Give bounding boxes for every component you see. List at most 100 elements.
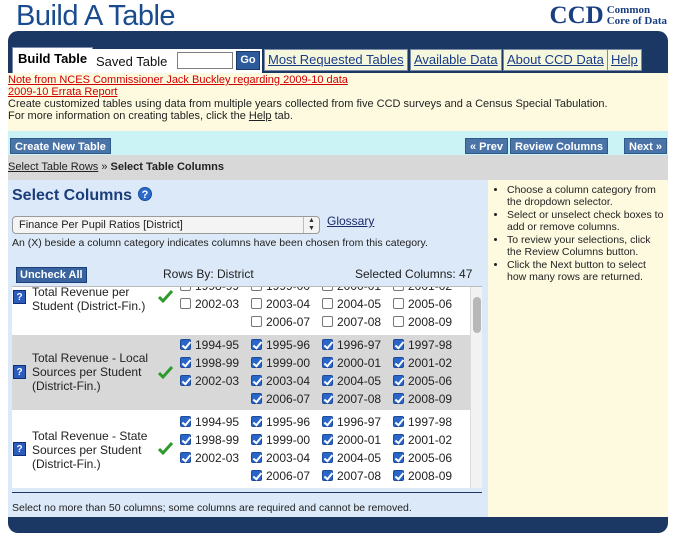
checkbox[interactable] (322, 357, 333, 368)
checkbox[interactable] (251, 316, 262, 327)
help-info-icon[interactable]: ? (13, 365, 26, 379)
create-new-table-button[interactable]: Create New Table (10, 138, 111, 154)
checkbox-option[interactable]: 2001-02 (393, 287, 452, 295)
category-dropdown[interactable]: Finance Per Pupil Ratios [District] ▲ ▼ (12, 216, 320, 234)
checkbox[interactable] (180, 298, 191, 309)
checkbox[interactable] (322, 375, 333, 386)
help-info-icon[interactable]: ? (13, 290, 26, 304)
checkbox-option[interactable]: 1995-96 (251, 338, 310, 354)
checkbox-option[interactable]: 2005-06 (393, 374, 452, 390)
checkbox-option[interactable]: 2003-04 (251, 297, 310, 313)
checkbox-option[interactable]: 1997-98 (393, 338, 452, 354)
checkbox[interactable] (322, 470, 333, 481)
checkbox[interactable] (322, 434, 333, 445)
checkbox-option[interactable]: 2006-07 (251, 392, 310, 408)
checkbox[interactable] (322, 316, 333, 327)
checkbox-option[interactable]: 1998-99 (180, 433, 239, 449)
checkbox[interactable] (393, 316, 404, 327)
checkbox[interactable] (393, 357, 404, 368)
checkbox-option[interactable]: 2001-02 (393, 356, 452, 372)
tab-help[interactable]: Help (607, 49, 642, 71)
checkbox[interactable] (322, 416, 333, 427)
checkbox-option[interactable]: 1997-98 (393, 415, 452, 431)
checkbox[interactable] (393, 470, 404, 481)
tab-build-table[interactable]: Build Table (12, 47, 94, 73)
commissioner-note-link[interactable]: Note from NCES Commissioner Jack Buckley… (8, 74, 348, 86)
checkbox[interactable] (393, 434, 404, 445)
checkbox-option[interactable]: 2007-08 (322, 315, 381, 331)
checkbox-option[interactable]: 2007-08 (322, 469, 381, 485)
checkbox-option[interactable]: 2000-01 (322, 356, 381, 372)
checkbox[interactable] (393, 375, 404, 386)
checkbox[interactable] (251, 339, 262, 350)
checkbox[interactable] (393, 452, 404, 463)
checkbox-option[interactable]: 1998-99 (180, 356, 239, 372)
checkbox-option[interactable]: 2002-03 (180, 374, 239, 390)
errata-report-link[interactable]: 2009-10 Errata Report (8, 86, 117, 98)
go-button[interactable]: Go (236, 51, 260, 70)
checkbox-option[interactable]: 2002-03 (180, 297, 239, 313)
checkbox-option[interactable]: 2001-02 (393, 433, 452, 449)
checkbox-option[interactable]: 2005-06 (393, 451, 452, 467)
checkbox-option[interactable]: 2003-04 (251, 451, 310, 467)
checkbox[interactable] (180, 434, 191, 445)
checkbox-option[interactable]: 1994-95 (180, 415, 239, 431)
help-link[interactable]: Help (249, 110, 272, 122)
saved-table-input[interactable] (177, 52, 233, 69)
help-icon[interactable]: ? (138, 187, 152, 201)
checkbox[interactable] (393, 339, 404, 350)
checkbox-option[interactable]: 1996-97 (322, 338, 381, 354)
checkbox[interactable] (322, 287, 333, 291)
checkbox-option[interactable]: 2006-07 (251, 469, 310, 485)
uncheck-all-button[interactable]: Uncheck All (16, 267, 87, 283)
checkbox-option[interactable]: 1999-00 (251, 287, 310, 295)
checkbox-option[interactable]: 1996-97 (322, 415, 381, 431)
checkbox-option[interactable]: 1999-00 (251, 356, 310, 372)
checkbox[interactable] (393, 416, 404, 427)
review-columns-button[interactable]: Review Columns (510, 138, 609, 154)
checkbox[interactable] (251, 357, 262, 368)
help-info-icon[interactable]: ? (13, 442, 26, 456)
prev-button[interactable]: « Prev (465, 138, 509, 154)
checkbox[interactable] (180, 452, 191, 463)
glossary-link[interactable]: Glossary (327, 214, 374, 228)
checkbox-option[interactable]: 2004-05 (322, 451, 381, 467)
checkbox-option[interactable]: 2002-03 (180, 451, 239, 467)
checkbox-option[interactable]: 2006-07 (251, 315, 310, 331)
checkbox[interactable] (322, 298, 333, 309)
checkbox[interactable] (251, 434, 262, 445)
checkbox[interactable] (393, 298, 404, 309)
checkbox[interactable] (251, 470, 262, 481)
ccd-logo[interactable]: CCD Common Core of Data (550, 3, 667, 29)
tab-about-ccd[interactable]: About CCD Data (503, 49, 608, 71)
tab-most-requested[interactable]: Most Requested Tables (264, 49, 408, 71)
checkbox-option[interactable]: 1998-99 (180, 287, 239, 295)
checkbox-option[interactable]: 1994-95 (180, 338, 239, 354)
checkbox-option[interactable]: 2007-08 (322, 392, 381, 408)
checkbox[interactable] (251, 393, 262, 404)
scrollbar-thumb[interactable] (473, 297, 481, 333)
checkbox-option[interactable]: 2003-04 (251, 374, 310, 390)
checkbox-option[interactable]: 2000-01 (322, 287, 381, 295)
checkbox[interactable] (180, 375, 191, 386)
checkbox[interactable] (393, 287, 404, 291)
checkbox[interactable] (180, 357, 191, 368)
checkbox-option[interactable]: 2004-05 (322, 297, 381, 313)
checkbox[interactable] (251, 416, 262, 427)
list-scrollbar[interactable] (470, 287, 482, 488)
checkbox-option[interactable]: 1995-96 (251, 415, 310, 431)
checkbox[interactable] (180, 287, 191, 291)
checkbox[interactable] (180, 416, 191, 427)
checkbox-option[interactable]: 2000-01 (322, 433, 381, 449)
checkbox[interactable] (322, 393, 333, 404)
tab-available-data[interactable]: Available Data (410, 49, 502, 71)
checkbox-option[interactable]: 2005-06 (393, 297, 452, 313)
breadcrumb-select-rows[interactable]: Select Table Rows (8, 161, 98, 173)
next-button[interactable]: Next » (624, 138, 668, 154)
checkbox[interactable] (251, 298, 262, 309)
checkbox-option[interactable]: 2004-05 (322, 374, 381, 390)
checkbox[interactable] (322, 339, 333, 350)
checkbox[interactable] (393, 393, 404, 404)
checkbox[interactable] (251, 452, 262, 463)
checkbox[interactable] (180, 339, 191, 350)
